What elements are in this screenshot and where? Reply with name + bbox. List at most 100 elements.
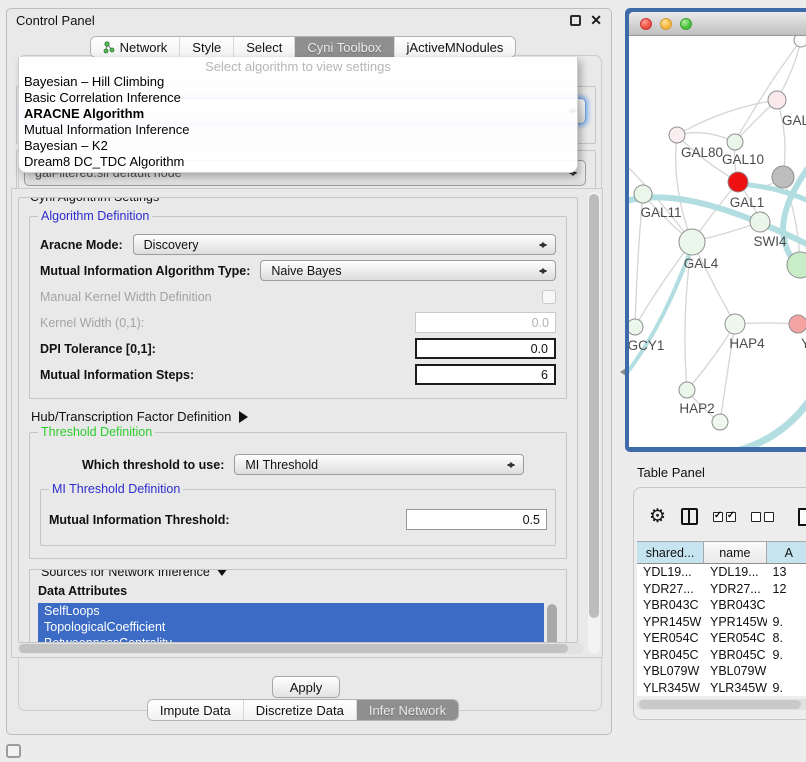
- network-node[interactable]: [712, 414, 728, 430]
- dropdown-item[interactable]: Bayesian – K2: [19, 138, 577, 154]
- node-label: HAP2: [679, 401, 714, 416]
- tab-label: Select: [246, 40, 282, 55]
- dropdown-item[interactable]: Dream8 DC_TDC Algorithm: [19, 154, 577, 170]
- network-node[interactable]: [750, 212, 770, 232]
- group-title: Sources for Network Inference: [38, 569, 231, 582]
- tab-discretize-data[interactable]: Discretize Data: [243, 700, 356, 720]
- manual-kernel-width-checkbox[interactable]: [542, 290, 556, 304]
- table-cell: YPR145W: [704, 615, 767, 629]
- table-horizontal-scrollbar[interactable]: [637, 699, 806, 710]
- which-threshold-combobox[interactable]: MI Threshold: [234, 454, 524, 475]
- table-cell: 9.: [767, 615, 806, 629]
- network-edge[interactable]: [629, 164, 692, 242]
- mi-algorithm-type-label: Mutual Information Algorithm Type:: [40, 264, 250, 278]
- network-edge[interactable]: [677, 133, 735, 142]
- table-row[interactable]: YER054CYER054C8.: [637, 630, 806, 647]
- collapse-arrow-icon[interactable]: [216, 569, 228, 582]
- table-body: YDL19...YDL19...13YDR27...YDR27...12YBR0…: [637, 564, 806, 696]
- column-header[interactable]: name: [704, 542, 767, 563]
- data-attributes-list: SelfLoopsTopologicalCoefficientBetweenne…: [38, 603, 544, 643]
- table-row[interactable]: YPR145WYPR145W9.: [637, 614, 806, 631]
- column-header[interactable]: A: [767, 542, 806, 563]
- column-header[interactable]: shared...: [637, 542, 704, 563]
- float-panel-icon[interactable]: [570, 15, 581, 26]
- hub-definition-expander[interactable]: Hub/Transcription Factor Definition: [31, 409, 565, 424]
- minimized-panel-icon[interactable]: [6, 744, 21, 758]
- dropdown-item[interactable]: ARACNE Algorithm: [19, 106, 577, 122]
- network-node[interactable]: [725, 314, 745, 334]
- settings-vertical-scrollbar[interactable]: [588, 192, 600, 654]
- network-node[interactable]: [728, 172, 748, 192]
- network-window-titlebar[interactable]: [629, 12, 806, 36]
- settings-horizontal-scrollbar[interactable]: [17, 643, 583, 654]
- network-edge[interactable]: [777, 100, 785, 177]
- dropdown-item[interactable]: Basic Correlation Inference: [19, 90, 577, 106]
- tab-style[interactable]: Style: [179, 37, 233, 57]
- network-node[interactable]: [772, 166, 794, 188]
- network-node[interactable]: [634, 185, 652, 203]
- table-row[interactable]: YBR043CYBR043C: [637, 597, 806, 614]
- network-node[interactable]: [794, 36, 806, 47]
- table-panel-title: Table Panel: [637, 465, 705, 480]
- kernel-width-field[interactable]: 0.0: [415, 312, 556, 333]
- attribute-list-item[interactable]: TopologicalCoefficient: [38, 619, 544, 635]
- gear-icon[interactable]: ⚙: [649, 507, 666, 526]
- network-icon: [103, 41, 115, 54]
- expand-arrow-icon: [239, 411, 254, 423]
- minimize-window-icon[interactable]: [660, 18, 672, 30]
- mi-steps-field[interactable]: 6: [415, 364, 556, 385]
- control-panel-tabbar: Network Style Select Cyni Toolbox jActiv…: [0, 36, 606, 58]
- table-row[interactable]: YLR345WYLR345W9.: [637, 680, 806, 697]
- select-all-checkboxes-icon[interactable]: [713, 512, 736, 522]
- network-node[interactable]: [669, 127, 685, 143]
- network-edge[interactable]: [777, 40, 801, 100]
- table-row[interactable]: YDL19...YDL19...13: [637, 564, 806, 581]
- node-label: SWI4: [753, 234, 786, 249]
- table-cell: YBR043C: [704, 598, 767, 612]
- tab-select[interactable]: Select: [233, 37, 294, 57]
- table-row[interactable]: YBL079WYBL079W: [637, 663, 806, 680]
- stepper-arrows-icon: [507, 459, 515, 471]
- network-node[interactable]: [679, 229, 705, 255]
- network-node[interactable]: [768, 91, 786, 109]
- attribute-list-item[interactable]: BetweennessCentrality: [38, 635, 544, 643]
- stepper-arrows-icon: [539, 265, 547, 277]
- tab-network[interactable]: Network: [91, 37, 180, 57]
- algorithm-dropdown-popup: Select algorithm to view settings Bayesi…: [18, 57, 578, 173]
- list-vertical-scrollbar[interactable]: [546, 603, 558, 643]
- network-node[interactable]: [679, 382, 695, 398]
- zoom-window-icon[interactable]: [680, 18, 692, 30]
- table-row[interactable]: YBR045CYBR045C9.: [637, 647, 806, 664]
- attribute-list-item[interactable]: SelfLoops: [38, 603, 544, 619]
- deselect-all-checkboxes-icon[interactable]: [751, 512, 774, 522]
- dropdown-item[interactable]: Bayesian – Hill Climbing: [19, 74, 577, 90]
- mi-steps-label: Mutual Information Steps:: [40, 368, 194, 382]
- network-node[interactable]: [727, 134, 743, 150]
- network-edge[interactable]: [677, 100, 777, 135]
- tab-cyni-toolbox[interactable]: Cyni Toolbox: [294, 37, 393, 57]
- dropdown-item[interactable]: Mutual Information Inference: [19, 122, 577, 138]
- network-node[interactable]: [629, 319, 643, 335]
- tab-infer-network[interactable]: Infer Network: [356, 700, 458, 720]
- close-panel-icon[interactable]: ✕: [590, 15, 602, 26]
- apply-button[interactable]: Apply: [272, 676, 340, 698]
- split-columns-icon[interactable]: [681, 508, 698, 525]
- sources-title: Sources for Network Inference: [41, 569, 210, 579]
- tab-impute-data[interactable]: Impute Data: [148, 700, 243, 720]
- node-label: GAL10: [722, 152, 764, 167]
- aracne-mode-combobox[interactable]: Discovery: [133, 234, 556, 255]
- network-edge[interactable]: [692, 242, 735, 324]
- table-row[interactable]: YDR27...YDR27...12: [637, 581, 806, 598]
- hub-definition-label: Hub/Transcription Factor Definition: [31, 409, 231, 424]
- close-window-icon[interactable]: [640, 18, 652, 30]
- mi-threshold-field[interactable]: 0.5: [406, 509, 547, 530]
- node-label: GAL4: [684, 256, 719, 271]
- network-canvas[interactable]: GALGAL80GAL10GAL1GAL11SWI4GAL4GCY1HAP4YH…: [629, 36, 806, 447]
- network-edge[interactable]: [687, 324, 735, 390]
- table-toolbar: ⚙: [634, 488, 806, 532]
- document-icon[interactable]: [798, 508, 806, 526]
- dpi-tolerance-field[interactable]: 0.0: [415, 338, 556, 359]
- tab-jactivemnodules[interactable]: jActiveMNodules: [394, 37, 516, 57]
- mi-algorithm-type-combobox[interactable]: Naive Bayes: [260, 260, 556, 281]
- network-node[interactable]: [789, 315, 806, 333]
